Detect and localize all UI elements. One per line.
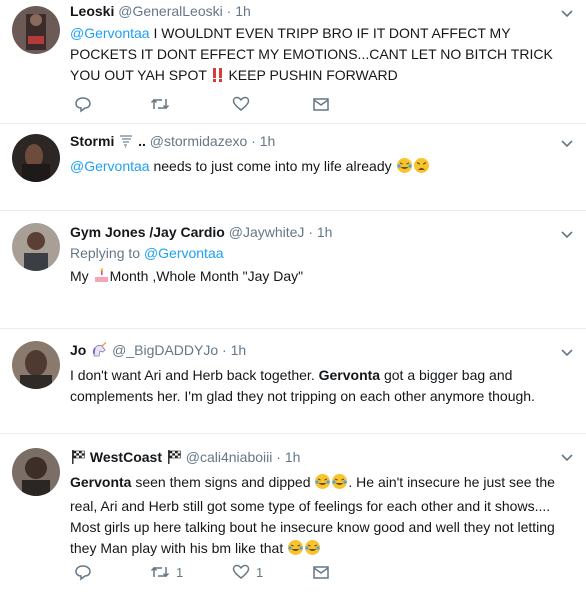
separator: · (308, 224, 313, 240)
chevron-down-icon[interactable] (560, 450, 574, 464)
display-name[interactable]: Stormi (70, 133, 114, 149)
avatar[interactable] (12, 341, 60, 389)
reply-icon (75, 97, 91, 113)
like-button[interactable]: 1 (232, 562, 263, 582)
tweet[interactable]: Stormi .. @stormidazexo · 1h @Gervontaa … (0, 124, 586, 211)
tweet[interactable]: WestCoast @cali4niaboiii · 1h Gervonta s… (0, 434, 586, 598)
heart-icon (232, 564, 250, 579)
tweet[interactable]: Gym Jones /Jay Cardio @JaywhiteJ · 1h Re… (0, 211, 586, 329)
tweet-text: I don't want Ari and Herb back together.… (70, 367, 535, 404)
handle[interactable]: @stormidazexo (150, 133, 247, 149)
separator: · (251, 133, 256, 149)
double-exclamation-icon (211, 67, 225, 89)
timestamp[interactable]: 1h (231, 342, 247, 358)
display-name[interactable]: WestCoast (90, 449, 162, 465)
tornado-icon (118, 133, 134, 153)
birthday-cake-icon (93, 267, 110, 290)
avatar-image (12, 341, 60, 389)
tweet-text: Gervonta seen them signs and dipped . He… (70, 472, 576, 562)
display-name[interactable]: Leoski (70, 3, 114, 19)
chevron-down-icon[interactable] (560, 136, 574, 150)
tweet-text: @Gervontaa I WOULDNT EVEN TRIPP BRO IF I… (70, 23, 576, 89)
reply-button[interactable] (74, 562, 92, 582)
retweet-icon (150, 98, 170, 110)
tweet-header: Stormi .. @stormidazexo · 1h (70, 132, 576, 153)
like-count: 1 (256, 564, 264, 580)
tweet-text: My Month ,Whole Month "Jay Day" (70, 266, 576, 290)
handle[interactable]: @_BigDADDYJo (112, 342, 218, 358)
timestamp[interactable]: 1h (285, 449, 301, 465)
avatar-image (12, 6, 60, 54)
tears-of-joy-icon (314, 473, 331, 496)
avatar[interactable] (12, 448, 60, 496)
tweet-header: Gym Jones /Jay Cardio @JaywhiteJ · 1h (70, 223, 576, 241)
avatar-image (12, 223, 60, 271)
separator: · (222, 342, 227, 358)
timestamp[interactable]: 1h (260, 133, 276, 149)
tears-of-joy-icon (331, 473, 348, 496)
avatar-image (12, 134, 60, 182)
handle[interactable]: @GeneralLeoski (118, 3, 223, 19)
chevron-down-icon[interactable] (560, 227, 574, 241)
timestamp[interactable]: 1h (235, 3, 251, 19)
mention-link[interactable]: @Gervontaa (144, 245, 224, 261)
highlighted-term: Gervonta (318, 367, 381, 383)
handle[interactable]: @JaywhiteJ (229, 224, 305, 240)
handle[interactable]: @cali4niaboiii (186, 449, 273, 465)
tears-of-joy-icon (396, 157, 413, 180)
highlighted-term: Gervonta (70, 474, 132, 490)
tears-of-joy-icon (287, 539, 304, 562)
direct-message-button[interactable] (312, 94, 330, 114)
reply-button[interactable] (74, 94, 92, 114)
separator: · (276, 449, 281, 465)
reply-icon (75, 565, 91, 581)
replying-to: Replying to @Gervontaa (70, 245, 224, 261)
mention-link[interactable]: @Gervontaa (70, 158, 150, 174)
display-name[interactable]: Gym Jones /Jay Cardio (70, 224, 225, 240)
separator: · (226, 3, 232, 19)
avatar[interactable] (12, 6, 60, 54)
tweet[interactable]: Jo @_BigDADDYJo · 1h I don't want Ari an… (0, 329, 586, 434)
tweet-header: Jo @_BigDADDYJo · 1h (70, 341, 576, 362)
avatar-image (12, 448, 60, 496)
tweet-text: @Gervontaa needs to just come into my li… (70, 156, 576, 180)
tears-of-joy-icon (304, 539, 321, 562)
retweet-icon (150, 566, 170, 578)
tweet-header: Leoski @GeneralLeoski · 1h (70, 2, 576, 20)
unicorn-icon (90, 341, 108, 362)
direct-message-button[interactable] (312, 562, 330, 582)
chequered-flag-icon (70, 449, 86, 469)
avatar[interactable] (12, 223, 60, 271)
envelope-icon (313, 98, 329, 111)
chequered-flag-icon (166, 449, 182, 469)
retweet-button[interactable] (150, 94, 170, 114)
avatar[interactable] (12, 134, 60, 182)
tweet[interactable]: Leoski @GeneralLeoski · 1h @Gervontaa I … (0, 0, 586, 124)
mention-link[interactable]: @Gervontaa (70, 25, 150, 41)
timestamp[interactable]: 1h (317, 224, 333, 240)
weary-face-icon (413, 157, 430, 180)
display-name[interactable]: Jo (70, 342, 86, 358)
like-button[interactable] (232, 94, 250, 114)
heart-icon (232, 96, 250, 111)
retweet-button[interactable]: 1 (150, 562, 183, 582)
chevron-down-icon[interactable] (560, 6, 574, 20)
envelope-icon (313, 566, 329, 579)
tweet-header: WestCoast @cali4niaboiii · 1h (70, 448, 576, 469)
retweet-count: 1 (176, 564, 184, 580)
chevron-down-icon[interactable] (560, 345, 574, 359)
